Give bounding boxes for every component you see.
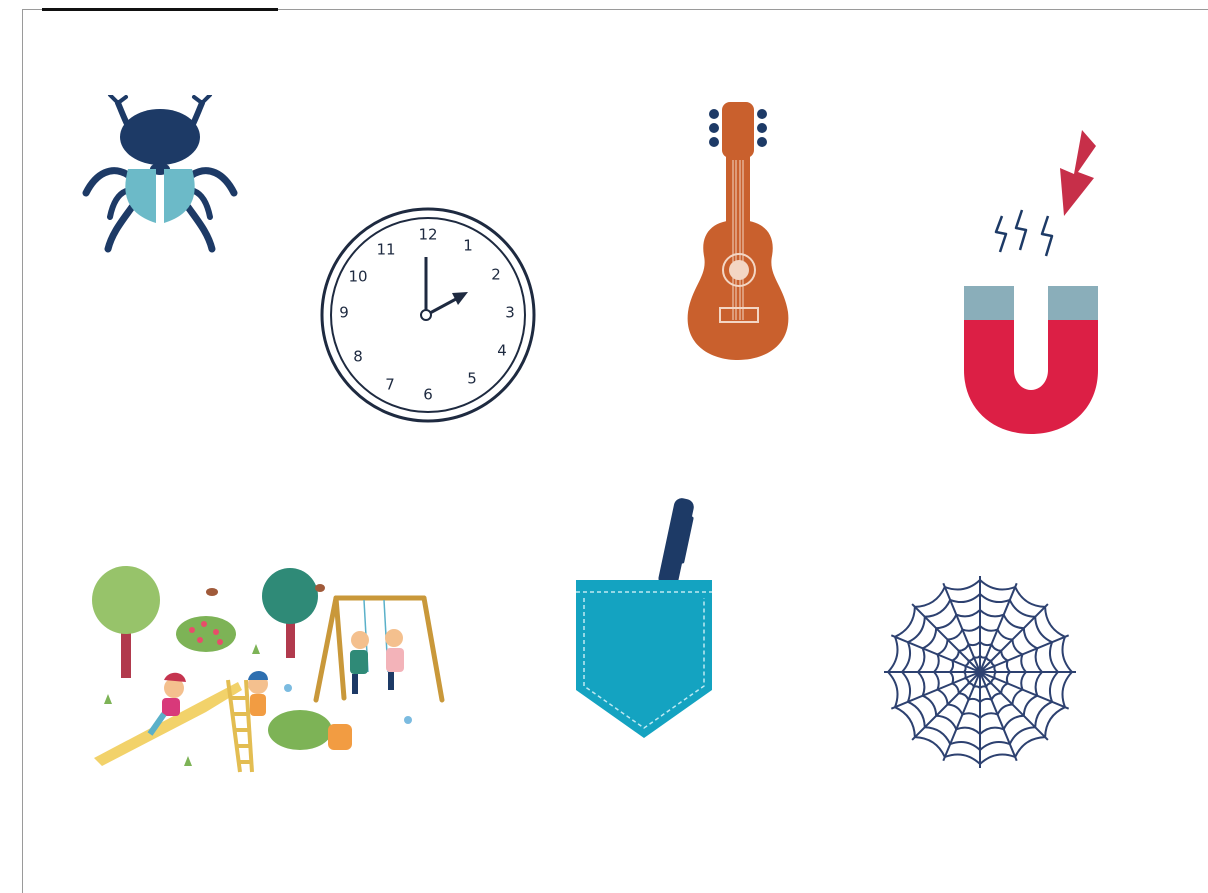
web-spoke <box>979 671 1049 741</box>
pocket-with-pen-icon[interactable] <box>574 494 714 742</box>
web-spoke <box>911 671 981 741</box>
clock-number-8: 8 <box>353 348 363 366</box>
clock-number-2: 2 <box>491 266 501 284</box>
clock-number-3: 3 <box>505 304 515 322</box>
clock-number-5: 5 <box>467 370 477 388</box>
web-spokes <box>884 576 1076 768</box>
guitar-icon[interactable] <box>682 100 794 362</box>
clock-number-7: 7 <box>385 376 395 394</box>
clock-number-6: 6 <box>423 386 433 404</box>
playground-icon[interactable] <box>88 562 446 774</box>
clock-number-12: 12 <box>418 226 437 244</box>
spider-web-icon[interactable] <box>880 570 1080 774</box>
clock-number-9: 9 <box>339 304 349 322</box>
page-frame-accent <box>42 8 278 11</box>
clock-number-1: 1 <box>463 237 473 255</box>
web-spoke <box>979 603 1049 673</box>
page-frame-left <box>22 9 23 893</box>
clock-number-10: 10 <box>348 268 367 286</box>
magnet-icon[interactable] <box>960 120 1120 440</box>
clock-number-11: 11 <box>376 241 395 259</box>
clock-number-4: 4 <box>497 342 507 360</box>
beetle-icon[interactable] <box>82 95 238 255</box>
clock-icon[interactable]: 12 1 2 3 4 5 6 7 8 9 10 11 <box>318 205 538 425</box>
web-spoke <box>911 603 981 673</box>
